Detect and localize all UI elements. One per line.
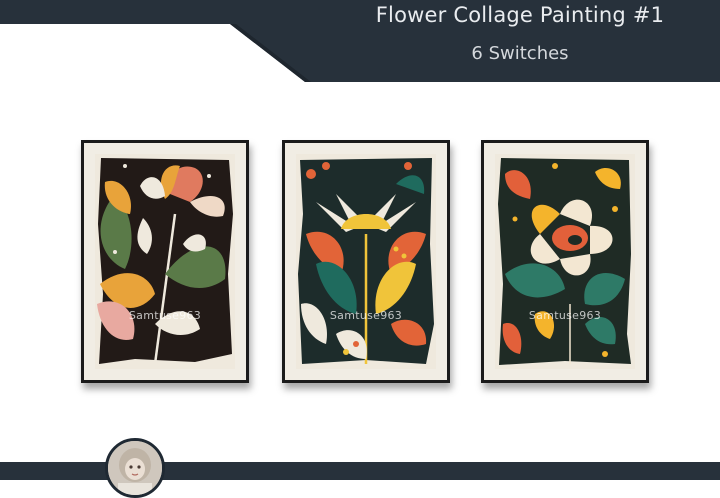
watermark-1: Samtuse963 <box>128 309 202 322</box>
painting-art-2 <box>296 154 436 369</box>
painting-art-3 <box>495 154 635 369</box>
painting-gallery: Samtuse963 Samtuse963 Samtuse963 <box>0 0 720 480</box>
doll-avatar-icon[interactable] <box>105 438 165 498</box>
painting-frame-3[interactable]: Samtuse963 <box>481 140 649 383</box>
watermark-2: Samtuse963 <box>329 309 403 322</box>
watermark-3: Samtuse963 <box>528 309 602 322</box>
painting-art-1 <box>95 154 235 369</box>
painting-frame-1[interactable]: Samtuse963 <box>81 140 249 383</box>
painting-frame-2[interactable]: Samtuse963 <box>282 140 450 383</box>
avatar-image <box>108 441 162 495</box>
